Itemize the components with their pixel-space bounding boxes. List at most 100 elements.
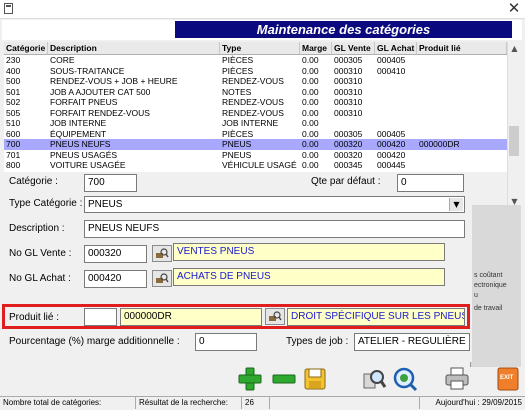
cell-marge: 0.00 — [302, 118, 319, 128]
today-date: Aujourd'hui : 29/09/2015 — [435, 398, 522, 407]
marge-label: Pourcentage (%) marge additionnelle : — [9, 336, 180, 347]
job-type-field[interactable]: ATELIER - REGULIÈRE — [354, 333, 470, 351]
column-header-gl-vente[interactable]: GL Vente — [332, 42, 375, 54]
column-header-description[interactable]: Description — [48, 42, 220, 54]
description-label: Description : — [9, 223, 65, 234]
cell-type: PNEUS — [222, 139, 252, 149]
description-field[interactable]: PNEUS NEUFS — [84, 220, 465, 238]
table-row[interactable]: 400 SOUS-TRAITANCE PIÈCES 0.00 000310 000410 — [4, 66, 507, 77]
cell-description: SOUS-TRAITANCE — [50, 65, 125, 76]
table-row[interactable]: 501 JOB A AJOUTER CAT 500 NOTES 0.00 000310 — [4, 87, 507, 98]
cell-gl-achat — [375, 76, 417, 87]
table-row[interactable]: 600 ÉQUIPEMENT PIÈCES 0.00 000305 000405 — [4, 129, 507, 140]
save-icon — [304, 368, 326, 390]
produit-lie-field[interactable]: 000000DR — [120, 308, 262, 326]
cell-produit-lie — [417, 55, 507, 66]
table-scrollbar[interactable]: ▲ ▼ — [507, 42, 521, 208]
side-panel-text: u — [474, 292, 478, 299]
refresh-search-button[interactable] — [392, 366, 418, 392]
status-empty — [270, 397, 420, 409]
scroll-thumb[interactable] — [509, 126, 519, 156]
cell-gl-achat: 000420 — [377, 149, 406, 160]
column-header-gl-achat[interactable]: GL Achat — [375, 42, 417, 54]
remove-button[interactable] — [271, 366, 297, 392]
cell-description: ÉQUIPEMENT — [50, 128, 107, 139]
cell-type: PNEUS — [222, 149, 252, 160]
cell-description: CORE — [50, 55, 75, 65]
side-panel: s coûtant ectronique u de travail — [470, 205, 521, 367]
table-row[interactable]: 230 CORE PIÈCES 0.00 000305 000405 — [4, 55, 507, 66]
side-panel-text: s coûtant — [474, 272, 503, 279]
add-button[interactable] — [237, 366, 263, 392]
search-result-label: Résultat de la recherche: — [136, 397, 242, 409]
search-button[interactable] — [361, 366, 387, 392]
cell-gl-vente: 000310 — [334, 107, 363, 118]
cell-marge: 0.00 — [302, 86, 319, 97]
print-button[interactable] — [444, 366, 470, 392]
table-row[interactable]: 510 JOB INTERNE JOB INTERNE 0.00 — [4, 118, 507, 129]
close-button[interactable]: ✕ — [503, 0, 525, 18]
cell-gl-achat: 000420 — [377, 139, 406, 149]
cell-produit-lie — [417, 118, 507, 129]
produit-lie-label: Produit lié : — [9, 312, 60, 323]
cell-produit-lie — [417, 129, 507, 140]
chevron-down-icon[interactable]: ▼ — [449, 198, 463, 211]
search-icon — [363, 370, 387, 389]
cell-description: FORFAIT PNEUS — [50, 97, 118, 107]
table-row[interactable]: 502 FORFAIT PNEUS RENDEZ-VOUS 0.00 000310 — [4, 97, 507, 108]
column-header-marge[interactable]: Marge — [300, 42, 332, 54]
scroll-up-icon[interactable]: ▲ — [508, 42, 521, 55]
search-result-value: 26 — [242, 397, 270, 409]
gl-vente-field[interactable]: 000320 — [84, 245, 147, 263]
exit-label: EXIT — [500, 375, 514, 381]
cell-categorie: 501 — [6, 86, 21, 97]
type-select-value: PNEUS — [88, 199, 123, 210]
lookup-icon — [156, 248, 169, 258]
column-header-produit-lie[interactable]: Produit lié — [417, 42, 507, 54]
gl-vente-label: No GL Vente : — [9, 248, 72, 259]
cell-gl-vente: 000310 — [334, 86, 363, 97]
categorie-label: Catégorie : — [9, 176, 58, 187]
table-row[interactable]: 700 PNEUS NEUFS PNEUS 0.00 000320 000420 00000… — [4, 139, 507, 150]
table-row[interactable]: 800 VOITURE USAGÉE VÉHICULE USAGÉ 0.00 00034… — [4, 160, 507, 171]
qte-field[interactable]: 0 — [397, 174, 464, 192]
table-row[interactable]: 500 RENDEZ-VOUS + JOB + HEURE RENDEZ-VOUS 0… — [4, 76, 507, 87]
cell-type: VÉHICULE USAGÉ — [222, 160, 297, 170]
cell-type: RENDEZ-VOUS — [222, 76, 284, 86]
cell-gl-achat: 000410 — [377, 65, 406, 76]
table-row[interactable]: 701 PNEUS USAGÉS PNEUS 0.00 000320 000420 — [4, 150, 507, 161]
gl-achat-label: No GL Achat : — [9, 273, 71, 284]
categories-table[interactable]: Catégorie Description Type Marge GL Vent… — [4, 42, 507, 172]
gl-achat-lookup-button[interactable] — [152, 270, 172, 287]
cell-categorie: 701 — [6, 149, 21, 160]
table-row[interactable]: 505 FORFAIT RENDEZ-VOUS RENDEZ-VOUS 0.00 000… — [4, 108, 507, 119]
cell-type: RENDEZ-VOUS — [222, 97, 284, 107]
cell-marge: 0.00 — [302, 97, 319, 107]
categorie-field[interactable]: 700 — [84, 174, 137, 192]
produit-lie-lookup-button[interactable] — [265, 308, 285, 325]
type-select[interactable]: PNEUS ▼ — [84, 196, 465, 213]
exit-button[interactable]: EXIT — [495, 366, 521, 392]
cell-marge: 0.00 — [302, 65, 319, 76]
gl-vente-lookup-button[interactable] — [152, 245, 172, 262]
side-panel-text: ectronique — [474, 282, 507, 289]
type-label: Type Catégorie : — [9, 198, 83, 209]
cell-categorie: 505 — [6, 107, 21, 118]
gl-achat-field[interactable]: 000420 — [84, 270, 147, 288]
column-header-categorie[interactable]: Catégorie — [4, 42, 48, 54]
cell-description: PNEUS USAGÉS — [50, 149, 118, 160]
produit-lie-prefix-field[interactable] — [84, 308, 117, 326]
cell-produit-lie — [417, 160, 507, 171]
cell-gl-achat — [375, 97, 417, 108]
cell-gl-achat: 000445 — [377, 160, 406, 170]
marge-field[interactable]: 0 — [195, 333, 257, 351]
cell-produit-lie — [417, 87, 507, 98]
gl-achat-description: ACHATS DE PNEUS — [173, 268, 445, 286]
cell-categorie: 500 — [6, 76, 21, 86]
cell-produit-lie — [417, 97, 507, 108]
column-header-type[interactable]: Type — [220, 42, 300, 54]
cell-marge: 0.00 — [302, 107, 319, 118]
cell-type: PIÈCES — [222, 128, 254, 139]
save-button[interactable] — [302, 366, 328, 392]
cell-description: RENDEZ-VOUS + JOB + HEURE — [50, 76, 178, 86]
